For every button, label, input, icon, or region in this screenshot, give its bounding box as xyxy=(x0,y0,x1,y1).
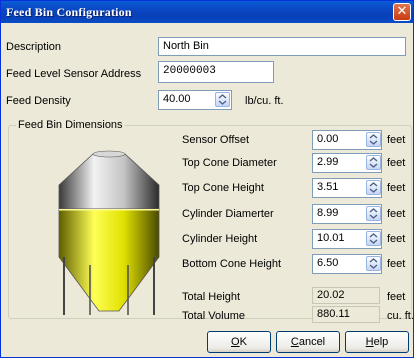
bottom-cone-height-label: Bottom Cone Height xyxy=(182,258,282,270)
spin-up-down-icon xyxy=(218,94,227,105)
bottom-cone-height-spin-button[interactable] xyxy=(366,256,381,271)
spin-up-down-icon xyxy=(369,134,378,145)
sensor-offset-unit: feet xyxy=(387,134,406,146)
cylinder-height-spin-button[interactable] xyxy=(366,231,381,246)
cylinder-height-unit: feet xyxy=(387,233,406,245)
spin-up-down-icon xyxy=(369,208,378,219)
spin-up-down-icon xyxy=(369,258,378,269)
top-cone-height-unit: feet xyxy=(387,182,406,194)
close-icon: ✕ xyxy=(396,4,408,19)
spin-up-down-icon xyxy=(369,157,378,168)
top-cone-diameter-label: Top Cone Diameter xyxy=(182,157,277,169)
cylinder-diameter-label: Cylinder Diamerter xyxy=(182,208,274,220)
sensor-offset-label: Sensor Offset xyxy=(182,134,250,146)
dimensions-group-label: Feed Bin Dimensions xyxy=(16,119,125,131)
close-button[interactable]: ✕ xyxy=(393,3,411,21)
ok-button[interactable]: OK xyxy=(207,331,271,353)
spin-up-down-icon xyxy=(369,233,378,244)
title-bar[interactable]: Feed Bin Configuration ✕ xyxy=(1,1,413,23)
density-label: Feed Density xyxy=(6,95,71,107)
density-spin-button[interactable] xyxy=(215,92,230,107)
sensor-address-label: Feed Level Sensor Address xyxy=(6,68,142,80)
top-cone-height-label: Top Cone Height xyxy=(182,182,264,194)
description-input[interactable]: North Bin xyxy=(158,37,406,56)
cylinder-height-label: Cylinder Height xyxy=(182,233,258,245)
sensor-offset-spin-button[interactable] xyxy=(366,132,381,147)
total-height-value: 20.02 xyxy=(312,287,380,304)
feed-bin-illustration xyxy=(58,150,160,315)
total-height-unit: feet xyxy=(387,291,406,303)
feed-bin-config-dialog: Feed Bin Configuration ✕ Description Nor… xyxy=(0,0,414,358)
total-volume-value: 880.11 xyxy=(312,306,380,323)
spin-up-down-icon xyxy=(369,182,378,193)
cancel-button[interactable]: Cancel xyxy=(276,331,340,353)
density-unit: lb/cu. ft. xyxy=(245,95,284,107)
cylinder-diameter-spin-button[interactable] xyxy=(366,206,381,221)
help-button[interactable]: Help xyxy=(345,331,409,353)
window-title: Feed Bin Configuration xyxy=(6,5,132,19)
total-volume-unit: cu. ft. xyxy=(387,310,414,322)
cylinder-diameter-unit: feet xyxy=(387,208,406,220)
top-cone-diameter-unit: feet xyxy=(387,157,406,169)
total-height-label: Total Height xyxy=(182,291,241,303)
description-label: Description xyxy=(6,41,62,53)
top-cone-height-spin-button[interactable] xyxy=(366,180,381,195)
total-volume-label: Total Volume xyxy=(182,310,245,322)
bottom-cone-height-unit: feet xyxy=(387,258,406,270)
sensor-address-input[interactable]: 20000003 xyxy=(158,61,274,83)
top-cone-diameter-spin-button[interactable] xyxy=(366,155,381,170)
